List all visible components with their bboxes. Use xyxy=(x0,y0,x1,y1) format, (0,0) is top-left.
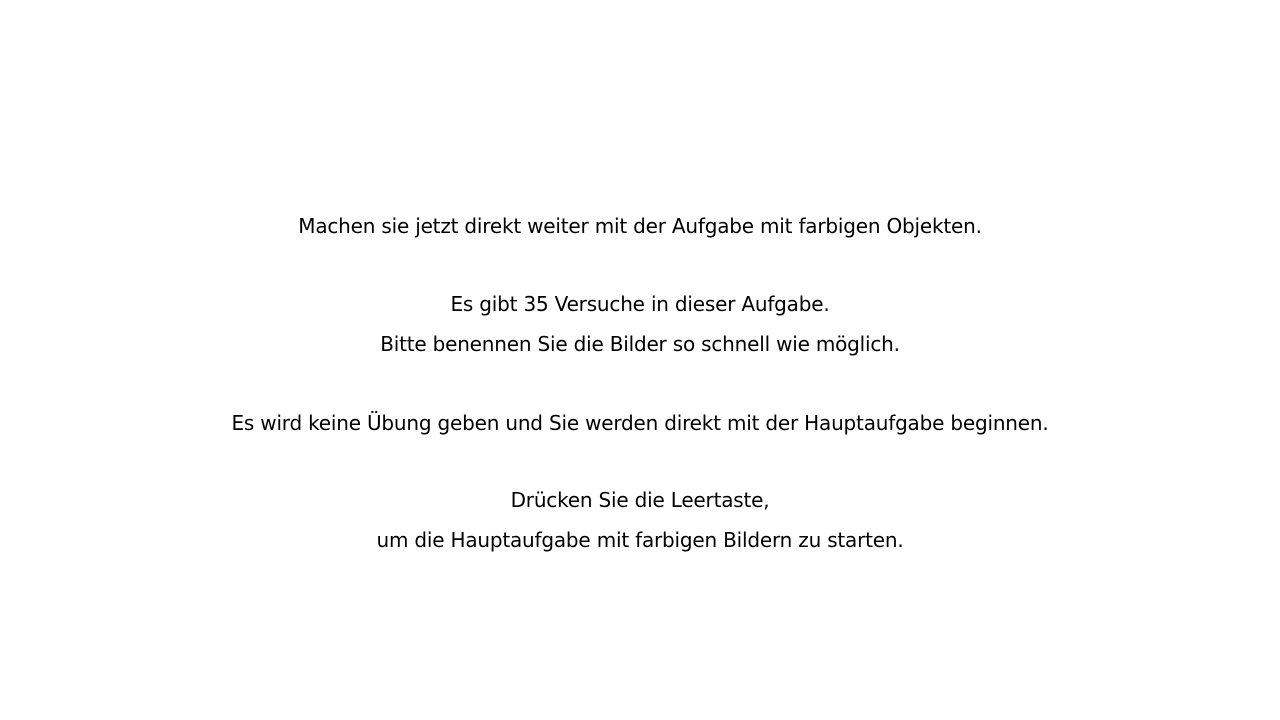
instruction-screen: Machen sie jetzt direkt weiter mit der A… xyxy=(0,0,1280,720)
instruction-intro: Machen sie jetzt direkt weiter mit der A… xyxy=(298,214,982,238)
instruction-trial-count: Es gibt 35 Versuche in dieser Aufgabe. xyxy=(450,292,830,316)
instruction-start-main-task: um die Hauptaufgabe mit farbigen Bildern… xyxy=(376,528,904,552)
instruction-no-practice: Es wird keine Übung geben und Sie werden… xyxy=(231,411,1049,435)
instruction-press-space: Drücken Sie die Leertaste, xyxy=(510,488,770,512)
instruction-naming: Bitte benennen Sie die Bilder so schnell… xyxy=(380,332,900,356)
